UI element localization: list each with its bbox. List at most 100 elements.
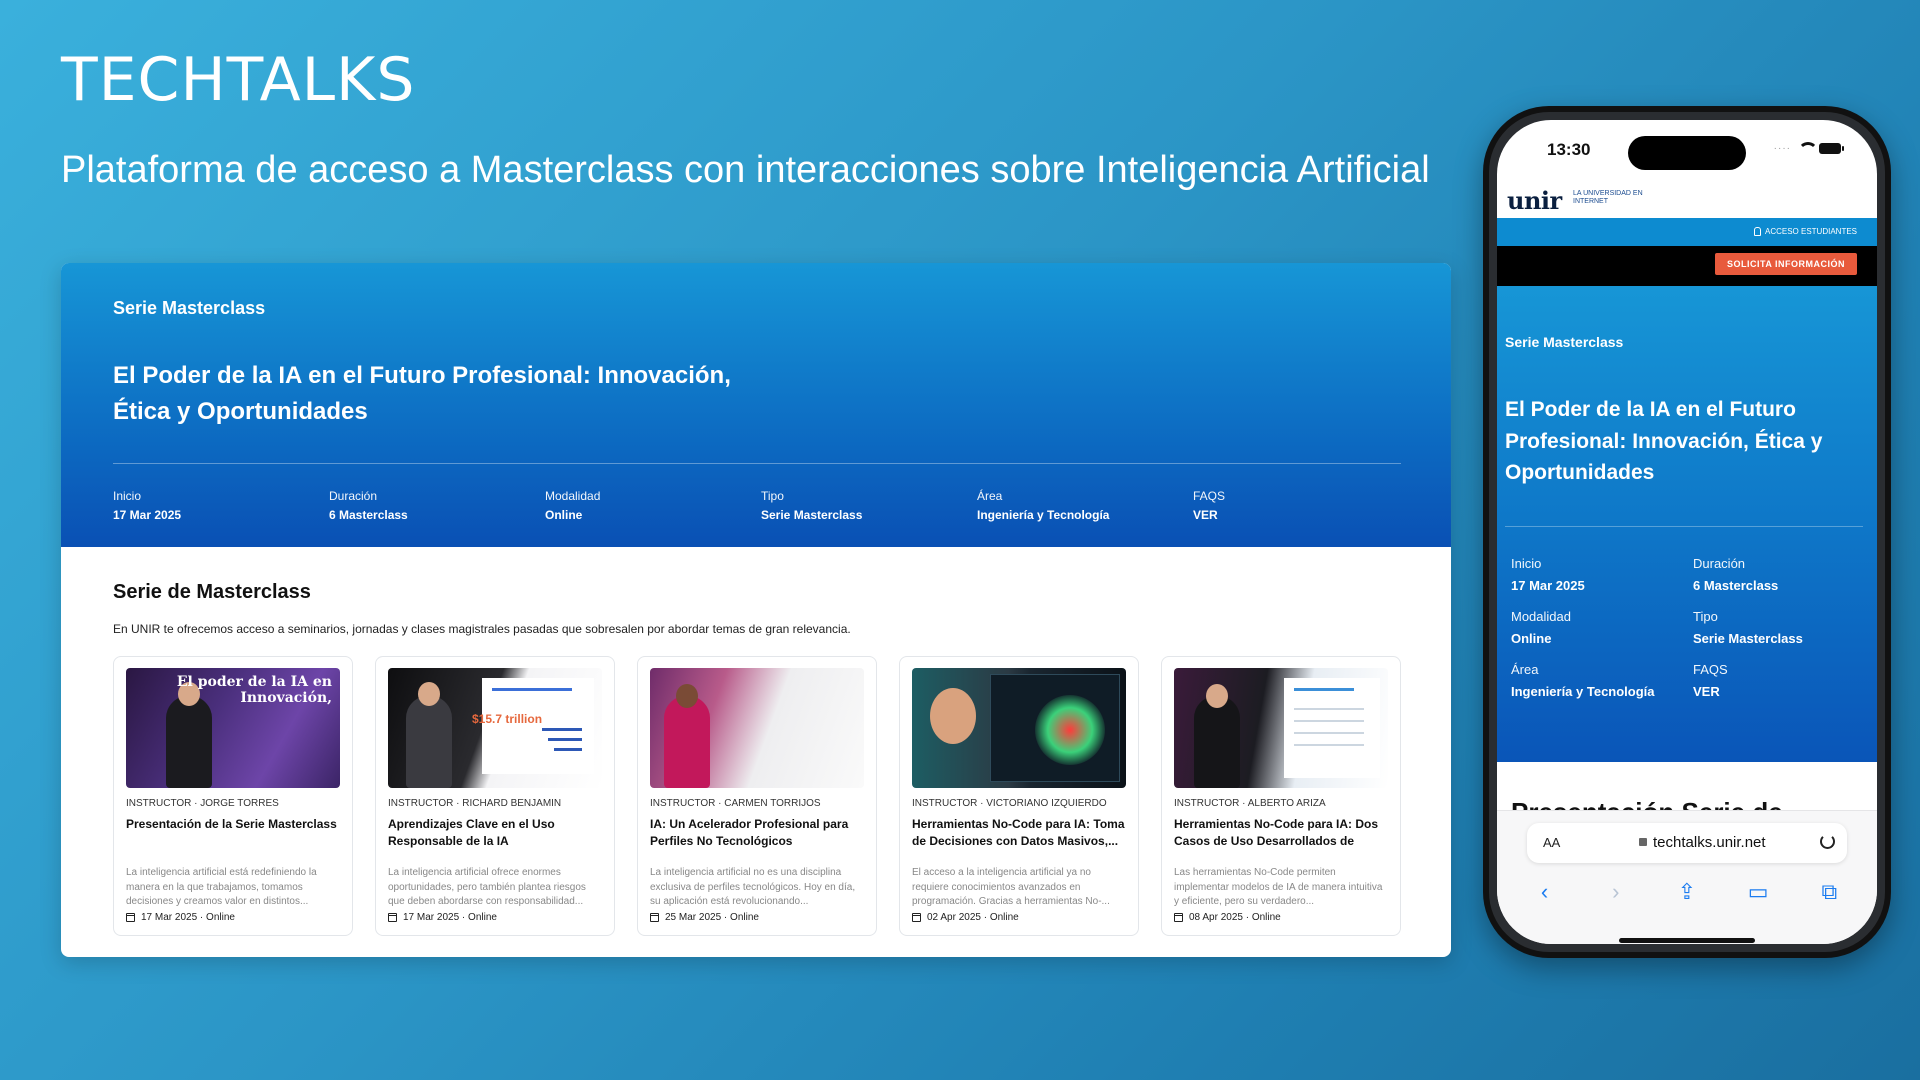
meta-key: FAQS (1693, 662, 1728, 678)
meta-key: FAQS (1193, 489, 1226, 503)
meta-value: Online (1511, 631, 1552, 647)
share-icon[interactable]: ⇪ (1667, 879, 1707, 905)
user-icon (1753, 227, 1761, 236)
card-title[interactable]: Herramientas No-Code para IA: Toma de De… (912, 816, 1126, 852)
meta-value: Ingeniería y Tecnología (1511, 684, 1655, 700)
faqs-link[interactable]: VER (1193, 508, 1409, 522)
back-icon[interactable]: ‹ (1525, 879, 1565, 905)
meta-key: Inicio (113, 489, 142, 503)
unir-tagline: LA UNIVERSIDAD EN INTERNET (1573, 190, 1643, 205)
masterclass-card[interactable]: INSTRUCTOR · VICTORIANO IZQUIERDO Herram… (899, 656, 1139, 936)
lock-icon (1639, 838, 1647, 846)
meta-value: Serie Masterclass (1693, 631, 1803, 647)
meta-key: Modalidad (545, 489, 601, 503)
card-title[interactable]: Presentación de la Serie Masterclass (126, 816, 340, 852)
site-header: unir LA UNIVERSIDAD EN INTERNET (1497, 176, 1877, 218)
desktop-page: Serie Masterclass El Poder de la IA en e… (61, 263, 1451, 957)
meta-inicio: Inicio 17 Mar 2025 (113, 489, 329, 522)
meta-key: Duración (1693, 556, 1746, 571)
meta-row: Inicio 17 Mar 2025 Duración 6 Masterclas… (113, 489, 1409, 522)
card-title[interactable]: Aprendizajes Clave en el Uso Responsable… (388, 816, 602, 852)
mobile-hero: Serie Masterclass El Poder de la IA en e… (1497, 286, 1877, 762)
calendar-icon (388, 913, 397, 922)
signal-icon: ···· (1773, 142, 1791, 154)
speaker-figure (166, 696, 212, 788)
meta-value: 17 Mar 2025 (1511, 578, 1585, 593)
battery-icon (1819, 142, 1844, 154)
calendar-icon (1174, 913, 1183, 922)
speaker-head (418, 682, 440, 706)
slide-background: TECHTALKS Plataforma de acceso a Masterc… (0, 0, 1920, 1080)
meta-duracion: Duración 6 Masterclass (329, 489, 545, 522)
meta-tipo: Tipo Serie Masterclass (761, 489, 977, 522)
phone-screen: 13:30 ···· unir LA UNIVERSIDAD EN INTERN… (1497, 120, 1877, 944)
card-thumbnail[interactable] (1174, 668, 1388, 788)
meta-faqs[interactable]: FAQS VER (1693, 662, 1853, 701)
unir-logo[interactable]: unir (1507, 186, 1562, 215)
presentation-slide (482, 678, 594, 774)
card-description: La inteligencia artificial ofrece enorme… (388, 867, 586, 907)
card-footer: 17 Mar 2025 · Online (126, 912, 235, 923)
card-thumbnail[interactable]: $15.7 trillion (388, 668, 602, 788)
card-instructor: INSTRUCTOR · ALBERTO ARIZA (1174, 798, 1326, 809)
card-description: Las herramientas No-Code permiten implem… (1174, 867, 1383, 907)
wifi-icon (1797, 142, 1818, 154)
access-bar: ACCESO ESTUDIANTES (1497, 218, 1877, 246)
card-instructor: INSTRUCTOR · VICTORIANO IZQUIERDO (912, 798, 1107, 809)
meta-modalidad: Modalidad Online (545, 489, 761, 522)
tabs-icon[interactable]: ⧉ (1809, 879, 1849, 905)
section-description: En UNIR te ofrecemos acceso a seminarios… (113, 622, 851, 636)
meta-inicio: Inicio 17 Mar 2025 (1511, 556, 1693, 595)
status-bar: 13:30 ···· (1497, 120, 1877, 176)
masterclass-card[interactable]: INSTRUCTOR · CARMEN TORRIJOS IA: Un Acel… (637, 656, 877, 936)
section-heading: Serie de Masterclass (113, 581, 311, 603)
card-thumbnail[interactable] (912, 668, 1126, 788)
meta-duracion: Duración 6 Masterclass (1693, 556, 1853, 595)
meta-value: 6 Masterclass (1693, 578, 1779, 593)
card-title[interactable]: Herramientas No-Code para IA: Dos Casos … (1174, 816, 1388, 852)
speaker-head (676, 684, 698, 708)
meta-area: Área Ingeniería y Tecnología (977, 489, 1193, 522)
request-info-button[interactable]: SOLICITA INFORMACIÓN (1715, 253, 1857, 275)
brand-title: TECHTALKS (61, 45, 416, 115)
meta-key: Modalidad (1511, 609, 1571, 625)
forward-icon[interactable]: › (1596, 879, 1636, 905)
masterclass-card[interactable]: El poder de la IA en Innovación, INSTRUC… (113, 656, 353, 936)
meta-value: Online (545, 508, 583, 522)
home-indicator (1619, 938, 1755, 943)
student-access-link[interactable]: ACCESO ESTUDIANTES (1753, 227, 1857, 236)
brand-subtitle: Plataforma de acceso a Masterclass con i… (61, 149, 1430, 191)
card-footer: 17 Mar 2025 · Online (388, 912, 497, 923)
reload-icon[interactable] (1820, 834, 1835, 849)
thumbnail-caption: $15.7 trillion (472, 712, 543, 726)
hero-divider (1505, 526, 1863, 527)
speaker-head (1206, 684, 1228, 708)
speaker-head (930, 688, 976, 744)
bookmarks-icon[interactable]: ▭ (1738, 879, 1778, 905)
status-icons: ···· (1773, 142, 1844, 154)
student-access-label: ACCESO ESTUDIANTES (1764, 227, 1857, 236)
card-thumbnail[interactable] (650, 668, 864, 788)
card-thumbnail[interactable]: El poder de la IA en Innovación, (126, 668, 340, 788)
text-size-button[interactable]: AA (1543, 835, 1560, 850)
faqs-link[interactable]: VER (1693, 683, 1853, 701)
meta-value: 6 Masterclass (329, 508, 408, 522)
masterclass-card[interactable]: $15.7 trillion INSTRUCTOR · RICHARD BENJ… (375, 656, 615, 936)
card-description: El acceso a la inteligencia artificial y… (912, 867, 1110, 907)
hero-divider (113, 463, 1401, 464)
card-date: 17 Mar 2025 · Online (141, 912, 235, 923)
url-text[interactable]: techtalks.unir.net (1653, 834, 1766, 851)
meta-grid: Inicio 17 Mar 2025 Duración 6 Masterclas… (1511, 556, 1853, 702)
browser-toolbar: AA techtalks.unir.net ‹ › ⇪ ▭ ⧉ (1497, 810, 1877, 944)
page-title: El Poder de la IA en el Futuro Profesion… (113, 362, 731, 425)
address-bar[interactable]: AA techtalks.unir.net (1527, 823, 1847, 863)
masterclass-card[interactable]: INSTRUCTOR · ALBERTO ARIZA Herramientas … (1161, 656, 1401, 936)
data-visualization (990, 674, 1120, 782)
meta-faqs[interactable]: FAQS VER (1193, 489, 1409, 522)
meta-key: Tipo (1693, 609, 1718, 625)
card-date: 17 Mar 2025 · Online (403, 912, 497, 923)
calendar-icon (650, 913, 659, 922)
meta-value: Ingeniería y Tecnología (977, 508, 1110, 522)
card-title[interactable]: IA: Un Acelerador Profesional para Perfi… (650, 816, 864, 852)
meta-key: Duración (329, 489, 378, 503)
